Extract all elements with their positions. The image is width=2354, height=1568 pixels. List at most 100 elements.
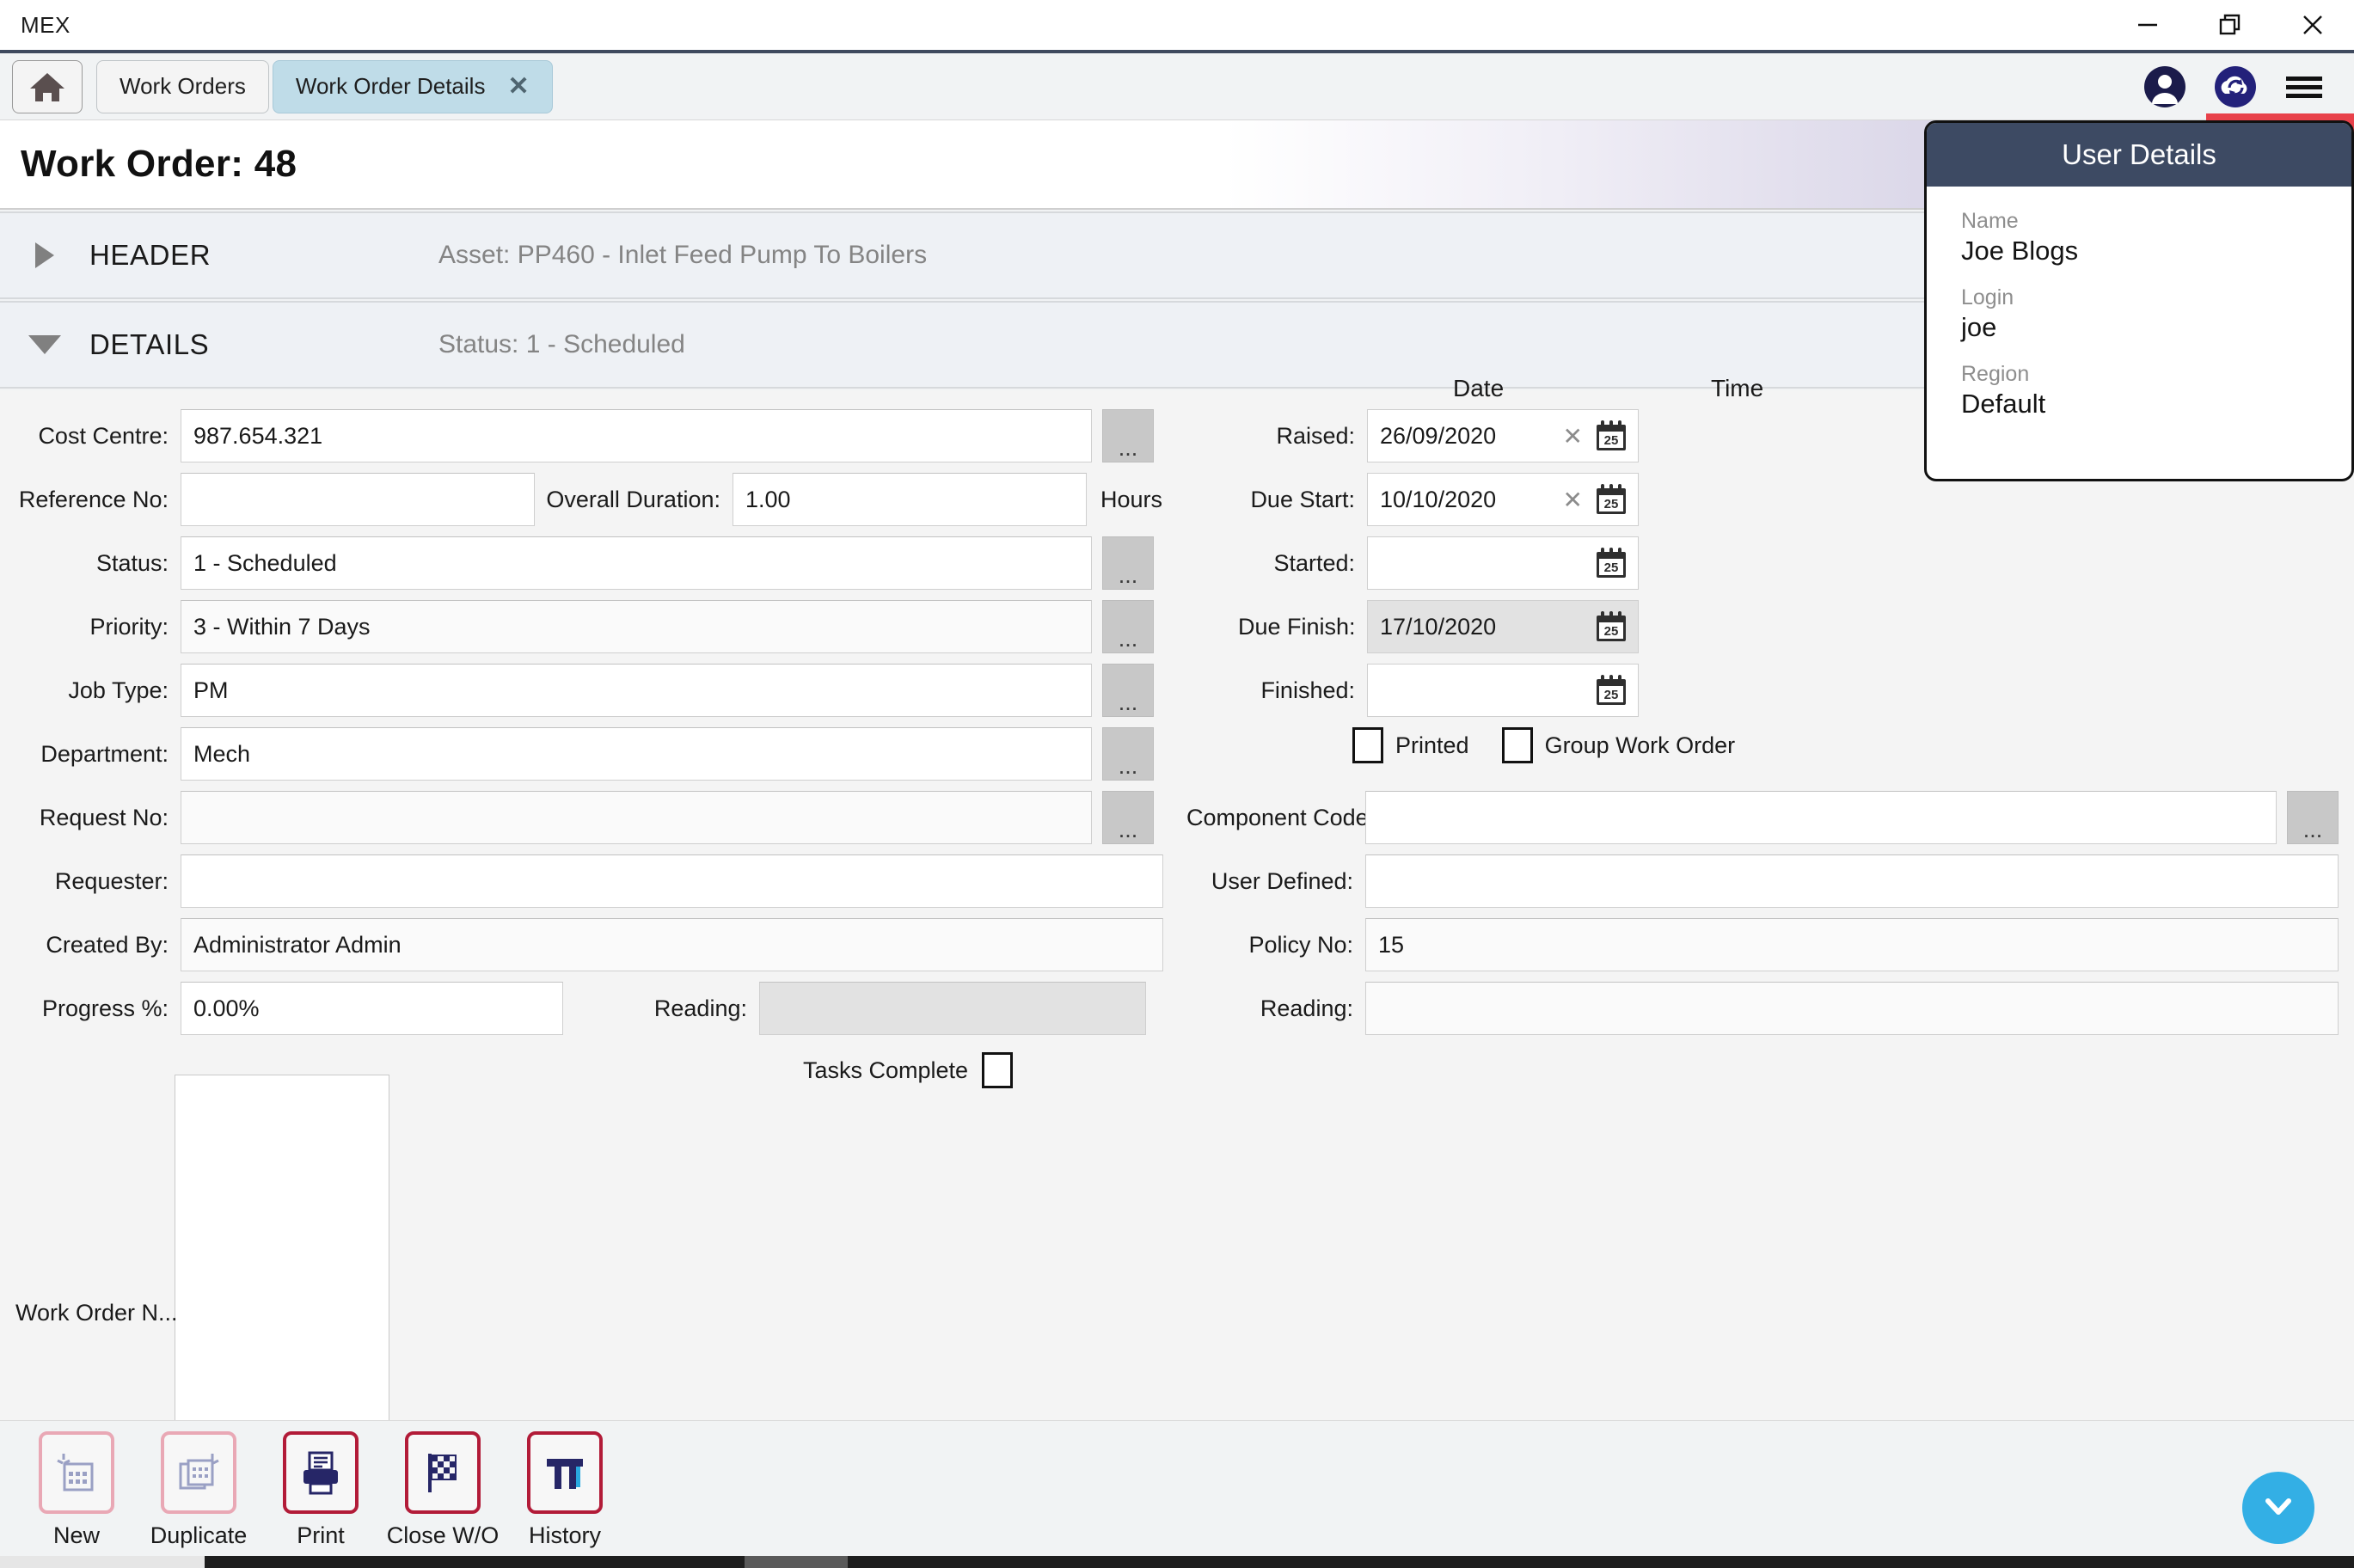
clear-icon[interactable]: ✕ xyxy=(1563,422,1583,450)
field-row-due-finish: Due Finish: 17/10/2020 25 xyxy=(1238,600,1639,653)
cloud-sync-icon[interactable] xyxy=(2213,64,2258,109)
priority-lookup-button[interactable]: ... xyxy=(1102,600,1154,653)
expand-fab-button[interactable] xyxy=(2242,1472,2314,1544)
printed-checkbox[interactable] xyxy=(1352,727,1383,763)
started-label: Started: xyxy=(1273,549,1355,576)
user-details-popup: User Details Name Joe Blogs Login joe Re… xyxy=(1924,120,2354,481)
status-label: Status: xyxy=(95,549,169,576)
raised-date-value: 26/09/2020 xyxy=(1380,422,1497,449)
svg-text:25: 25 xyxy=(1604,497,1619,511)
field-row-request-no: Request No: ... xyxy=(0,791,1154,844)
overall-duration-input[interactable]: 1.00 xyxy=(733,473,1087,526)
minimize-button[interactable] xyxy=(2106,0,2189,50)
started-date-input[interactable]: 25 xyxy=(1367,536,1639,590)
accordion-label: HEADER xyxy=(89,239,211,271)
requester-input[interactable] xyxy=(181,854,1163,908)
field-row-created-by: Created By: Administrator Admin xyxy=(0,918,1163,971)
progress-label: Progress %: xyxy=(41,995,169,1021)
tab-work-orders[interactable]: Work Orders xyxy=(96,59,269,113)
maximize-restore-button[interactable] xyxy=(2189,0,2271,50)
close-wo-button-label: Close W/O xyxy=(386,1522,500,1548)
field-row-right-reading: Reading: xyxy=(1186,982,2339,1035)
right-reading-label: Reading: xyxy=(1260,995,1353,1021)
due-start-date-input[interactable]: 10/10/2020 ✕ 25 xyxy=(1367,473,1639,526)
status-input[interactable]: 1 - Scheduled xyxy=(181,536,1092,590)
user-region-label: Region xyxy=(1961,362,2030,386)
chevron-right-icon[interactable] xyxy=(0,242,89,268)
horizontal-scrollbar[interactable] xyxy=(0,1556,2354,1568)
window-titlebar: MEX xyxy=(0,0,2354,53)
history-button[interactable]: History xyxy=(504,1431,626,1549)
printed-label: Printed xyxy=(1395,732,1469,758)
raised-date-input[interactable]: 26/09/2020 ✕ 25 xyxy=(1367,409,1639,462)
user-name-value: Joe Blogs xyxy=(1961,236,2079,266)
tab-label: Work Orders xyxy=(120,73,246,99)
bottom-toolbar: New Duplicate Print Close W/O History xyxy=(0,1420,2354,1556)
work-order-notes-input[interactable] xyxy=(175,1075,389,1436)
calendar-icon[interactable]: 25 xyxy=(1593,481,1629,518)
department-input[interactable]: Mech xyxy=(181,727,1092,781)
print-button-label: Print xyxy=(297,1522,345,1548)
calendar-icon[interactable]: 25 xyxy=(1593,609,1629,645)
user-name-label: Name xyxy=(1961,209,2019,233)
field-row-started: Started: 25 xyxy=(1238,536,1639,590)
new-button[interactable]: New xyxy=(15,1431,138,1549)
tab-close-icon[interactable]: ✕ xyxy=(507,73,529,100)
policy-no-input[interactable]: 15 xyxy=(1365,918,2339,971)
history-button-label: History xyxy=(528,1522,601,1548)
window-controls xyxy=(2106,0,2354,50)
field-row-component-code: Component Code: ... xyxy=(1186,791,2339,844)
job-type-input[interactable]: PM xyxy=(181,664,1092,717)
checkered-flag-icon xyxy=(405,1431,481,1514)
finished-date-input[interactable]: 25 xyxy=(1367,664,1639,717)
home-button[interactable] xyxy=(12,59,83,113)
component-code-input[interactable] xyxy=(1365,791,2277,844)
duplicate-button[interactable]: Duplicate xyxy=(138,1431,260,1549)
user-defined-label: User Defined: xyxy=(1211,867,1353,894)
field-row-user-defined: User Defined: xyxy=(1186,854,2339,908)
job-type-label: Job Type: xyxy=(68,677,169,703)
department-lookup-button[interactable]: ... xyxy=(1102,727,1154,781)
created-by-input[interactable]: Administrator Admin xyxy=(181,918,1163,971)
group-work-order-checkbox[interactable] xyxy=(1501,727,1533,763)
scrollbar-thumb[interactable] xyxy=(745,1556,848,1568)
left-reading-input xyxy=(759,982,1146,1035)
field-row-reference-no: Reference No: Overall Duration: 1.00 Hou… xyxy=(0,473,1162,526)
priority-input[interactable]: 3 - Within 7 Days xyxy=(181,600,1092,653)
request-no-lookup-button[interactable]: ... xyxy=(1102,791,1154,844)
calendar-icon[interactable]: 25 xyxy=(1593,545,1629,581)
user-region-value: Default xyxy=(1961,389,2046,419)
print-button[interactable]: Print xyxy=(260,1431,382,1549)
request-no-input[interactable] xyxy=(181,791,1092,844)
clear-icon[interactable]: ✕ xyxy=(1563,486,1583,514)
job-type-lookup-button[interactable]: ... xyxy=(1102,664,1154,717)
history-pi-icon xyxy=(527,1431,603,1514)
finished-label: Finished: xyxy=(1260,677,1355,703)
component-code-label: Component Code: xyxy=(1186,804,1376,830)
tab-work-order-details[interactable]: Work Order Details ✕ xyxy=(272,59,553,113)
field-row-requester: Requester: xyxy=(0,854,1163,908)
accordion-summary: Status: 1 - Scheduled xyxy=(438,330,685,358)
cost-centre-input[interactable]: 987.654.321 xyxy=(181,409,1092,462)
tab-label: Work Order Details xyxy=(295,73,486,99)
user-account-icon[interactable] xyxy=(2143,64,2187,109)
calendar-icon[interactable]: 25 xyxy=(1593,418,1629,454)
hamburger-menu-icon[interactable] xyxy=(2284,70,2325,104)
field-row-raised: Raised: 26/09/2020 ✕ 25 xyxy=(1238,409,1639,462)
calendar-icon[interactable]: 25 xyxy=(1593,672,1629,708)
user-defined-input[interactable] xyxy=(1365,854,2339,908)
chevron-down-icon[interactable] xyxy=(0,335,89,354)
tasks-complete-checkbox[interactable] xyxy=(982,1052,1014,1088)
created-by-label: Created By: xyxy=(46,931,169,958)
component-code-lookup-button[interactable]: ... xyxy=(2287,791,2339,844)
tab-strip: Work Orders Work Order Details ✕ xyxy=(0,53,2354,120)
status-lookup-button[interactable]: ... xyxy=(1102,536,1154,590)
reference-no-input[interactable] xyxy=(181,473,535,526)
close-wo-button[interactable]: Close W/O xyxy=(382,1431,504,1549)
cost-centre-lookup-button[interactable]: ... xyxy=(1102,409,1154,462)
raised-label: Raised: xyxy=(1276,422,1355,449)
close-button[interactable] xyxy=(2271,0,2354,50)
progress-input[interactable]: 0.00% xyxy=(181,982,563,1035)
right-reading-input[interactable] xyxy=(1365,982,2339,1035)
chevron-down-icon xyxy=(2259,1486,2298,1530)
